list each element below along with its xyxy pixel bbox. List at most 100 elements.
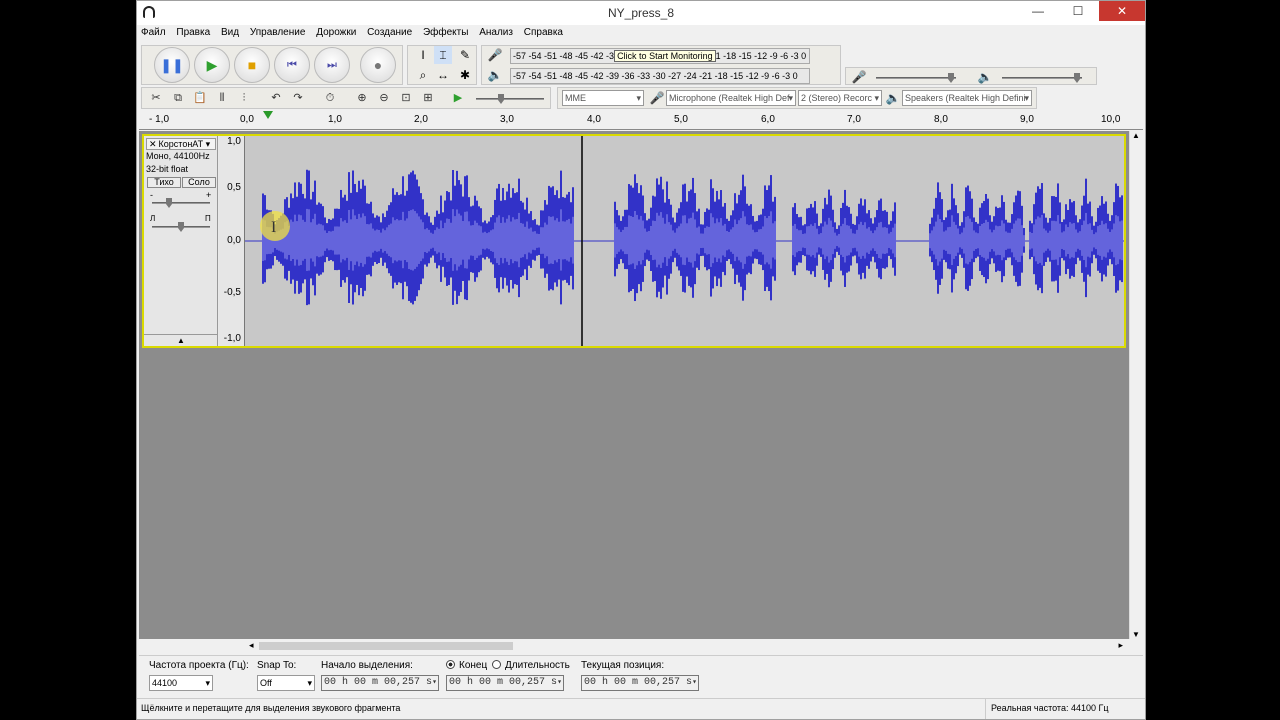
i-beam-cursor-icon: I [271,219,276,236]
play-speed-slider[interactable] [476,94,544,104]
track-area[interactable]: ✕ КорстонАТ ▾ Моно, 44100Hz 32-bit float … [139,131,1129,639]
mic-device-icon: 🎤 [649,91,665,105]
menu-effects[interactable]: Эффекты [419,25,472,40]
solo-button[interactable]: Соло [182,177,216,188]
waveform[interactable]: I [245,136,1124,346]
meter-toolbar: 🎤 🔈 -57 -54 -51 -48 -45 -42 -3 Click to S… [481,45,841,85]
skip-start-button[interactable]: ⏮ [274,47,310,83]
ruler-label: 8,0 [934,114,948,125]
playback-device-select[interactable]: Speakers (Realtek High Defini [902,90,1032,106]
horizontal-scrollbar[interactable]: ◂ ▸ [247,640,1127,652]
menu-analyze[interactable]: Анализ [475,25,517,40]
menu-tracks[interactable]: Дорожки [312,25,360,40]
play-head-marker[interactable] [263,111,273,119]
scale-label: -1,0 [223,333,241,344]
audio-host-select[interactable]: MME [562,90,644,106]
paste-icon[interactable]: 📋 [190,89,210,107]
selection-start-label: Начало выделения: [321,660,413,671]
status-rate: Реальная частота: 44100 Гц [991,703,1109,713]
record-meter-scale-tail: 1 -18 -15 -12 -9 -6 -3 0 [715,51,807,61]
ruler-label: 10,0 [1101,114,1121,125]
end-radio[interactable] [446,660,455,669]
zoom-out-icon[interactable]: ⊖ [374,89,394,107]
scroll-left-icon[interactable]: ◂ [249,640,254,651]
snap-to-select[interactable]: Off [257,675,315,691]
track-bit-depth: 32-bit float [146,164,189,174]
mic-volume-icon: 🎤 [851,70,867,84]
maximize-button[interactable]: ☐ [1063,1,1093,21]
menu-view[interactable]: Вид [217,25,243,40]
audio-position-time[interactable]: 00 h 00 m 00,257 s [581,675,699,691]
pause-button[interactable]: ❚❚ [154,47,190,83]
gain-slider[interactable] [152,198,210,208]
audio-track[interactable]: ✕ КорстонАТ ▾ Моно, 44100Hz 32-bit float … [142,134,1126,348]
collapse-track-button[interactable]: ▲ [144,334,218,346]
undo-icon[interactable]: ↶ [266,89,286,107]
play-at-speed-icon[interactable]: ▶ [448,89,468,107]
length-radio[interactable] [492,660,501,669]
microphone-icon[interactable]: 🎤 [486,46,504,64]
selection-tool-icon[interactable]: I [414,46,432,64]
mute-button[interactable]: Тихо [147,177,181,188]
copy-icon[interactable]: ⧉ [168,89,188,107]
ruler-label: 0,0 [240,114,254,125]
timeline-ruler[interactable]: - 1,0 0,0 1,0 2,0 3,0 4,0 5,0 6,0 7,0 8,… [139,111,1143,130]
zoom-in-icon[interactable]: ⊕ [352,89,372,107]
record-button[interactable]: ● [360,47,396,83]
multi-tool-icon[interactable]: ✱ [456,66,474,84]
track-format: Моно, 44100Hz [146,151,210,161]
scroll-down-icon[interactable]: ▼ [1132,630,1140,639]
channels-select[interactable]: 2 (Stereo) Recorc [798,90,882,106]
ruler-label: 9,0 [1020,114,1034,125]
fit-selection-icon[interactable]: ⊡ [396,89,416,107]
play-button[interactable]: ▶ [194,47,230,83]
ruler-label: 4,0 [587,114,601,125]
skip-end-button[interactable]: ⏭ [314,47,350,83]
horizontal-scroll-thumb[interactable] [259,642,513,650]
recording-device-select[interactable]: Microphone (Realtek High Def [666,90,796,106]
speaker-volume-icon: 🔈 [977,70,993,84]
zoom-tool-icon[interactable]: ⌕ [414,66,432,84]
record-meter[interactable]: -57 -54 -51 -48 -45 -42 -3 Click to Start… [510,48,810,64]
envelope-tool-icon[interactable]: ⌶ [434,46,452,64]
playback-meter[interactable]: -57 -54 -51 -48 -45 -42 -39 -36 -33 -30 … [510,68,810,84]
scroll-up-icon[interactable]: ▲ [1132,131,1140,140]
menu-help[interactable]: Справка [520,25,567,40]
trim-icon[interactable]: ⫴ [212,89,232,107]
transport-toolbar: ❚❚ ▶ ■ ⏮ ⏭ ● [141,45,403,85]
fit-project-icon[interactable]: ⊞ [418,89,438,107]
snap-to-label: Snap To: [257,660,297,671]
scroll-right-icon[interactable]: ▸ [1118,640,1123,651]
ruler-label: 7,0 [847,114,861,125]
menu-generate[interactable]: Создание [363,25,416,40]
stop-button[interactable]: ■ [234,47,270,83]
cut-icon[interactable]: ✂ [146,89,166,107]
menu-edit[interactable]: Правка [172,25,214,40]
speaker-icon[interactable]: 🔈 [486,66,504,84]
pan-slider[interactable] [152,222,210,232]
recording-volume-slider[interactable] [876,73,956,83]
minimize-button[interactable]: — [1023,1,1053,21]
scale-label: 0,5 [227,182,241,193]
close-button[interactable]: ✕ [1099,1,1145,21]
silence-icon[interactable]: ⫶ [234,89,254,107]
monitor-tooltip: Click to Start Monitoring [614,50,716,62]
track-close-icon[interactable]: ✕ [147,139,159,149]
gain-minus-label: - [150,190,153,200]
menu-file[interactable]: Файл [137,25,170,40]
selection-start-time[interactable]: 00 h 00 m 00,257 s [321,675,439,691]
menu-transport[interactable]: Управление [246,25,310,40]
vertical-scale[interactable]: 1,0 0,5 0,0 -0,5 -1,0 [219,136,245,346]
sync-lock-icon[interactable]: ⏱ [320,89,340,107]
draw-tool-icon[interactable]: ✎ [456,46,474,64]
track-name-menu[interactable]: ✕ КорстонАТ ▾ [146,138,216,150]
project-rate-select[interactable]: 44100 [149,675,213,691]
selection-end-time[interactable]: 00 h 00 m 00,257 s [446,675,564,691]
vertical-scrollbar[interactable]: ▲ ▼ [1129,131,1143,639]
ruler-label: 1,0 [328,114,342,125]
ruler-label: 5,0 [674,114,688,125]
playback-volume-slider[interactable] [1002,73,1082,83]
redo-icon[interactable]: ↷ [288,89,308,107]
timeshift-tool-icon[interactable]: ↔ [434,66,452,84]
selection-toolbar: Частота проекта (Гц): 44100 Snap To: Off… [139,655,1143,697]
